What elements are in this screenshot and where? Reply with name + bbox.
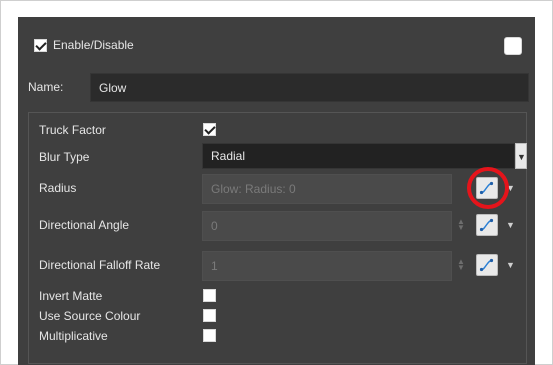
glow-properties-panel: Enable/Disable Name: Glow Truck Factor B… [18,17,535,365]
blur-type-select[interactable]: Radial [202,143,515,169]
directional-angle-label: Directional Angle [39,218,130,232]
function-curve-icon [479,218,494,232]
chevron-down-icon: ▼ [517,152,526,162]
directional-angle-dropdown-arrow-icon[interactable]: ▼ [506,220,515,230]
color-swatch-checkbox[interactable] [504,37,522,55]
directional-falloff-rate-label: Directional Falloff Rate [39,258,161,272]
directional-angle-function-curve-button[interactable] [476,214,498,236]
blur-type-value: Radial [211,149,246,163]
blur-type-label: Blur Type [39,150,90,164]
truck-factor-checkbox[interactable] [203,123,216,136]
directional-angle-field[interactable]: 0 [202,211,452,241]
name-value: Glow [99,80,127,95]
name-label: Name: [28,80,64,94]
directional-falloff-rate-dropdown-arrow-icon[interactable]: ▼ [506,260,515,270]
use-source-colour-checkbox[interactable] [203,309,216,322]
blur-type-dropdown-button[interactable]: ▼ [515,143,527,169]
directional-falloff-rate-function-curve-button[interactable] [476,254,498,276]
use-source-colour-label: Use Source Colour [39,309,141,323]
invert-matte-label: Invert Matte [39,289,103,303]
function-curve-icon [479,258,494,272]
directional-falloff-rate-value: 1 [211,259,218,273]
radius-label: Radius [39,181,77,195]
directional-angle-spinner-icon[interactable]: ▲ ▼ [457,218,465,232]
highlight-circle [467,167,509,209]
parameters-group: Truck Factor Blur Type Radial ▼ Radius G… [28,112,527,364]
directional-angle-value: 0 [211,219,218,233]
enable-disable-label: Enable/Disable [53,38,134,52]
invert-matte-checkbox[interactable] [203,289,216,302]
radius-value: Glow: Radius: 0 [211,182,296,196]
multiplicative-label: Multiplicative [39,329,108,343]
name-field[interactable]: Glow [90,73,529,102]
truck-factor-label: Truck Factor [39,123,106,137]
radius-field[interactable]: Glow: Radius: 0 [202,174,452,204]
multiplicative-checkbox[interactable] [203,329,216,342]
enable-disable-checkbox[interactable] [34,38,47,52]
directional-falloff-rate-spinner-icon[interactable]: ▲ ▼ [457,258,465,272]
directional-falloff-rate-field[interactable]: 1 [202,251,452,281]
enable-disable-row: Enable/Disable [34,38,134,52]
